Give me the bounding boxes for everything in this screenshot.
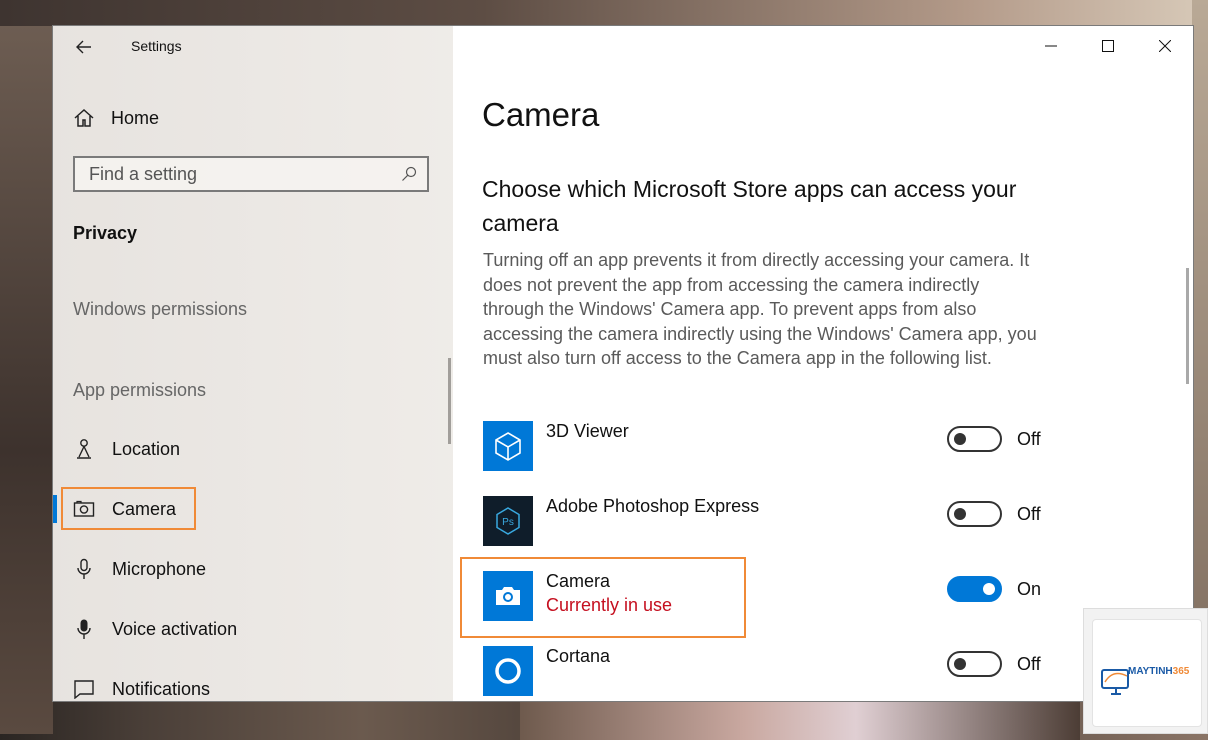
section-description: Turning off an app prevents it from dire… <box>483 250 1037 369</box>
app-row-3d-viewer: 3D Viewer Off <box>483 421 1053 473</box>
toggle-cortana[interactable] <box>947 651 1002 677</box>
section-heading: Choose which Microsoft Store apps can ac… <box>482 176 1017 236</box>
3d-viewer-icon <box>483 421 533 471</box>
watermark-brand: MAYTINH365 <box>1128 666 1189 677</box>
search-input[interactable] <box>75 158 399 190</box>
back-button[interactable] <box>71 34 97 60</box>
cortana-icon <box>483 646 533 696</box>
maximize-icon <box>1101 40 1114 52</box>
watermark-brand-b: 365 <box>1172 666 1190 677</box>
sidebar-item-label: Camera <box>112 498 177 519</box>
app-name: 3D Viewer <box>546 421 629 441</box>
voice-activation-icon <box>73 618 95 640</box>
camera-row-highlight-box <box>460 557 746 638</box>
desktop-background-bottom <box>520 700 1080 740</box>
window-title: Settings <box>131 38 182 54</box>
microphone-icon <box>73 558 95 580</box>
group-app-permissions: App permissions <box>73 380 207 400</box>
group-windows-permissions: Windows permissions <box>73 299 248 319</box>
toggle-state-label: Off <box>1017 429 1041 449</box>
nav-home-label: Home <box>111 107 160 128</box>
toggle-knob <box>983 583 995 595</box>
notifications-icon <box>73 678 95 700</box>
close-icon <box>1158 40 1171 52</box>
close-button[interactable] <box>1136 26 1193 66</box>
minimize-button[interactable] <box>1022 26 1079 66</box>
toggle-knob <box>954 658 966 670</box>
toggle-knob <box>954 433 966 445</box>
title-bar: Settings <box>53 26 453 68</box>
search-box[interactable] <box>73 156 429 192</box>
app-row-adobe-photoshop-express: Ps Adobe Photoshop Express Off <box>483 496 1053 548</box>
photoshop-express-icon: Ps <box>483 496 533 546</box>
desktop-background-left <box>0 26 53 734</box>
app-name: Adobe Photoshop Express <box>546 496 760 516</box>
main-content: Camera Choose which Microsoft Store apps… <box>453 26 1193 701</box>
app-name: Cortana <box>546 646 611 666</box>
toggle-state-label: On <box>1017 579 1042 599</box>
toggle-knob <box>954 508 966 520</box>
desktop-background-top <box>0 0 1208 26</box>
toggle-camera[interactable] <box>947 576 1002 602</box>
sidebar-item-microphone[interactable]: Microphone <box>73 554 206 584</box>
toggle-3d-viewer[interactable] <box>947 426 1002 452</box>
page-title: Camera <box>482 96 600 133</box>
sidebar-item-camera[interactable]: Camera <box>73 494 176 524</box>
sidebar-item-location[interactable]: Location <box>73 434 180 464</box>
toggle-state-label: Off <box>1017 654 1041 674</box>
watermark-logo: MAYTINH365 <box>1083 608 1208 734</box>
toggle-adobe-photoshop-express[interactable] <box>947 501 1002 527</box>
toggle-state-label: Off <box>1017 504 1041 524</box>
active-indicator <box>53 495 57 523</box>
svg-text:Ps: Ps <box>502 517 514 528</box>
minimize-icon <box>1044 45 1057 47</box>
nav-home[interactable]: Home <box>73 104 159 132</box>
sidebar: Settings Home Privacy Windows permission… <box>53 26 453 701</box>
sidebar-item-notifications[interactable]: Notifications <box>73 674 210 701</box>
search-icon[interactable] <box>401 166 417 182</box>
content-scrollbar[interactable] <box>1186 268 1189 384</box>
sidebar-item-label: Microphone <box>112 558 207 579</box>
window-controls <box>1022 26 1193 66</box>
watermark-brand-a: MAYTINH <box>1128 666 1173 677</box>
maximize-button[interactable] <box>1079 26 1136 66</box>
sidebar-item-label: Notifications <box>112 678 211 699</box>
sidebar-item-voice-activation[interactable]: Voice activation <box>73 614 237 644</box>
settings-window: Settings Home Privacy Windows permission… <box>53 26 1193 701</box>
sidebar-scrollbar[interactable] <box>448 358 451 444</box>
camera-icon <box>73 498 95 520</box>
section-title: Privacy <box>73 223 138 243</box>
app-row-cortana: Cortana Off <box>483 646 1053 698</box>
sidebar-item-label: Location <box>112 438 181 459</box>
location-icon <box>73 438 95 460</box>
sidebar-item-label: Voice activation <box>112 618 238 639</box>
back-arrow-icon <box>76 40 91 54</box>
home-icon <box>74 108 94 127</box>
